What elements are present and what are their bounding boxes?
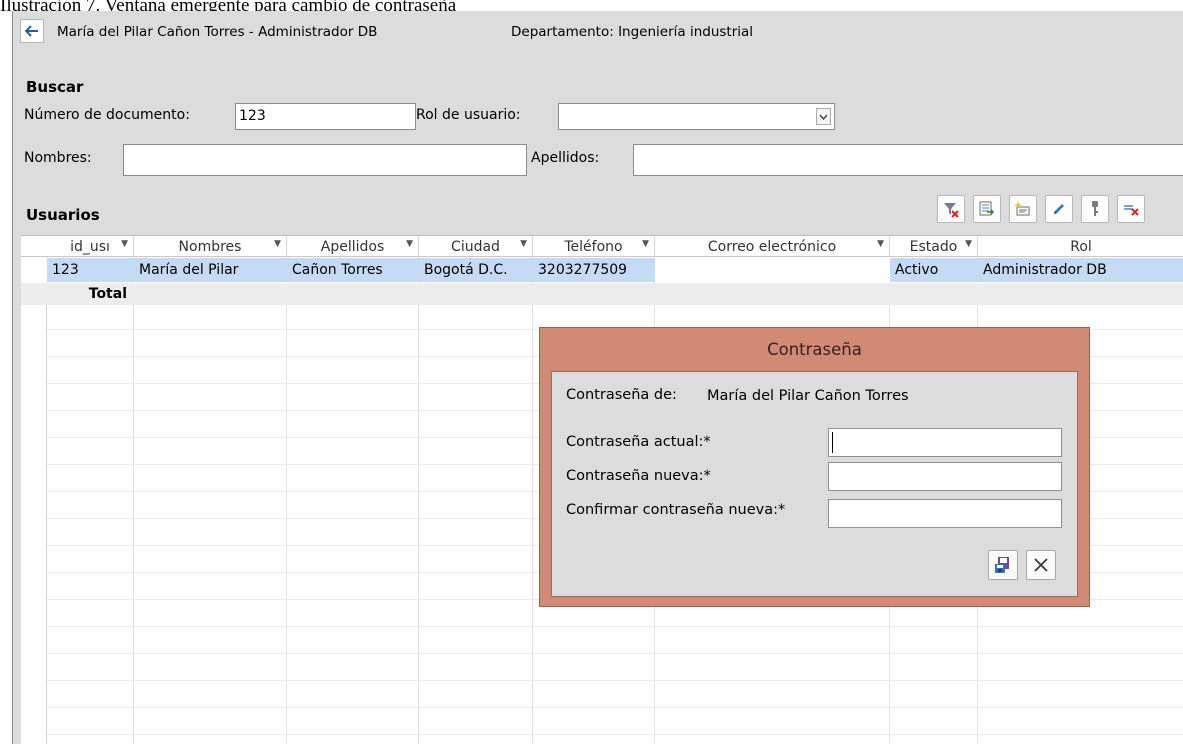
chevron-down-icon[interactable] bbox=[816, 108, 831, 125]
column-header-label: Apellidos bbox=[320, 238, 385, 255]
close-icon bbox=[1034, 558, 1048, 572]
document-number-input[interactable]: 123 bbox=[235, 103, 416, 130]
user-role-label: Rol de usuario: bbox=[416, 107, 521, 123]
document-number-label: Número de documento: bbox=[24, 107, 190, 123]
column-filter-icon[interactable]: ▼ bbox=[642, 239, 649, 249]
cell-estado[interactable]: Activo bbox=[890, 258, 978, 282]
export-icon bbox=[979, 201, 995, 216]
cell-apellidos[interactable]: Cañon Torres bbox=[287, 258, 419, 282]
dialog-body: Contraseña de: María del Pilar Cañon Tor… bbox=[551, 371, 1078, 597]
new-record-icon bbox=[1014, 201, 1030, 216]
record-selector-column[interactable] bbox=[21, 236, 47, 744]
column-header-id[interactable]: id_usı ▼ bbox=[47, 236, 134, 257]
column-filter-icon[interactable]: ▼ bbox=[520, 239, 527, 249]
column-header-label: Estado bbox=[909, 238, 958, 255]
export-button[interactable] bbox=[973, 195, 1001, 223]
column-header-ciudad[interactable]: Ciudad ▼ bbox=[419, 236, 533, 257]
current-user-label: María del Pilar Cañon Torres - Administr… bbox=[57, 24, 378, 40]
edit-button[interactable] bbox=[1045, 195, 1073, 223]
edit-icon bbox=[1054, 204, 1064, 214]
column-header-nombres[interactable]: Nombres ▼ bbox=[134, 236, 287, 257]
column-header-rol[interactable]: Rol bbox=[978, 236, 1183, 257]
clear-filter-button[interactable] bbox=[937, 195, 965, 223]
confirm-password-input[interactable] bbox=[828, 499, 1062, 528]
delete-record-button[interactable] bbox=[1117, 195, 1145, 223]
users-section-title: Usuarios bbox=[26, 206, 100, 224]
column-header-estado[interactable]: Estado ▼ bbox=[890, 236, 978, 257]
users-toolbar bbox=[937, 195, 1145, 223]
column-header-apellidos[interactable]: Apellidos ▼ bbox=[287, 236, 419, 257]
password-dialog: Contraseña Contraseña de: María del Pila… bbox=[539, 327, 1090, 607]
column-filter-icon[interactable]: ▼ bbox=[965, 239, 972, 249]
column-header-correo[interactable]: Correo electrónico ▼ bbox=[655, 236, 890, 257]
department-label: Departamento: Ingeniería industrial bbox=[511, 24, 754, 40]
column-header-label: Nombres bbox=[178, 238, 242, 255]
column-header-label: Teléfono bbox=[564, 238, 623, 255]
new-password-label: Contraseña nueva:* bbox=[566, 468, 711, 484]
cell-id[interactable]: 123 bbox=[47, 258, 134, 282]
document-caption: Ilustración 7. Ventana emergente para ca… bbox=[0, 0, 457, 11]
column-header-row: id_usı ▼ Nombres ▼ Apellidos ▼ Ciudad ▼ Telé… bbox=[21, 236, 1183, 257]
column-header-label: Correo electrónico bbox=[707, 238, 837, 255]
column-header-label: Rol bbox=[1070, 238, 1092, 255]
clear-filter-icon bbox=[944, 203, 959, 218]
totals-row: Total bbox=[21, 283, 1183, 305]
back-button[interactable] bbox=[20, 19, 44, 43]
password-owner-label: Contraseña de: bbox=[566, 387, 677, 403]
table-row[interactable]: 123 María del Pilar Cañon Torres Bogotá … bbox=[47, 258, 1183, 282]
confirm-password-label: Confirmar contraseña nueva:* bbox=[566, 502, 786, 518]
save-icon bbox=[995, 557, 1009, 573]
names-label: Nombres: bbox=[24, 150, 92, 166]
column-filter-icon[interactable]: ▼ bbox=[121, 239, 128, 249]
new-record-button[interactable] bbox=[1009, 195, 1037, 223]
arrow-left-icon bbox=[25, 25, 38, 37]
column-filter-icon[interactable]: ▼ bbox=[274, 239, 281, 249]
cell-correo[interactable] bbox=[655, 258, 890, 282]
current-password-input[interactable] bbox=[828, 428, 1062, 457]
save-button[interactable] bbox=[988, 550, 1018, 580]
cell-ciudad[interactable]: Bogotá D.C. bbox=[419, 258, 533, 282]
cell-rol[interactable]: Administrador DB bbox=[978, 258, 1183, 282]
column-filter-icon[interactable]: ▼ bbox=[406, 239, 413, 249]
new-password-input[interactable] bbox=[828, 462, 1062, 491]
column-header-label: Ciudad bbox=[451, 238, 500, 255]
total-label: Total bbox=[88, 286, 127, 302]
search-section-title: Buscar bbox=[26, 78, 84, 96]
close-button[interactable] bbox=[1026, 550, 1056, 580]
surnames-input[interactable] bbox=[633, 144, 1183, 176]
user-role-select[interactable] bbox=[558, 103, 835, 130]
password-key-button[interactable] bbox=[1081, 195, 1109, 223]
dialog-title: Contraseña bbox=[767, 340, 862, 359]
column-header-telefono[interactable]: Teléfono ▼ bbox=[533, 236, 655, 257]
current-password-label: Contraseña actual:* bbox=[566, 434, 711, 450]
surnames-label: Apellidos: bbox=[531, 150, 600, 166]
password-owner-value: María del Pilar Cañon Torres bbox=[707, 388, 909, 404]
cell-nombres[interactable]: María del Pilar bbox=[134, 258, 287, 282]
delete-record-icon bbox=[1124, 205, 1139, 216]
column-filter-icon[interactable]: ▼ bbox=[877, 239, 884, 249]
names-input[interactable] bbox=[123, 144, 527, 176]
key-icon bbox=[1092, 201, 1098, 216]
column-header-label: id_usı bbox=[70, 238, 110, 255]
row-selector[interactable] bbox=[21, 258, 47, 282]
cell-telefono[interactable]: 3203277509 bbox=[533, 258, 655, 282]
